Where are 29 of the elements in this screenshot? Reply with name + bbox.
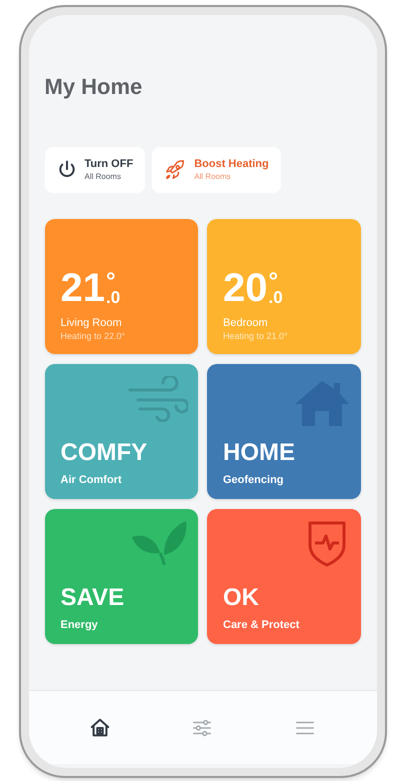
- mode-tile[interactable]: SAVE Energy: [44, 509, 198, 644]
- heating-status: Heating to 21.0°: [223, 330, 289, 342]
- mode-title: SAVE: [60, 584, 126, 612]
- temperature-decimal: .0: [268, 289, 283, 307]
- temperature-value: 20: [223, 269, 268, 307]
- page-title: My Home: [44, 73, 144, 101]
- mode-subtitle: Energy: [60, 618, 99, 632]
- shield-icon: [306, 519, 346, 567]
- action-button[interactable]: Turn OFF All Rooms: [44, 147, 146, 193]
- mode-subtitle: Air Comfort: [60, 473, 123, 487]
- mode-tile[interactable]: OK Care & Protect: [207, 509, 360, 644]
- rocket-icon: [164, 159, 186, 181]
- mode-tile[interactable]: HOME Geofencing: [207, 364, 360, 499]
- mode-title: HOME: [223, 439, 296, 467]
- leaf-icon: [130, 519, 188, 567]
- room-name: Bedroom: [223, 317, 269, 330]
- mode-subtitle: Geofencing: [223, 473, 285, 487]
- action-button[interactable]: Boost Heating All Rooms: [152, 147, 281, 193]
- temperature-decimal: .0: [106, 289, 120, 307]
- mode-tile[interactable]: COMFY Air Comfort: [44, 364, 198, 499]
- mode-title: COMFY: [60, 439, 148, 467]
- home-icon: [88, 716, 111, 738]
- wind-icon: [128, 376, 188, 422]
- room-name: Living Room: [60, 317, 123, 330]
- mode-subtitle: Care & Protect: [223, 618, 300, 632]
- heating-status: Heating to 22.0°: [60, 330, 126, 342]
- temperature-value: 21: [60, 269, 105, 307]
- mode-title: OK: [223, 584, 260, 612]
- power-icon: [56, 160, 76, 180]
